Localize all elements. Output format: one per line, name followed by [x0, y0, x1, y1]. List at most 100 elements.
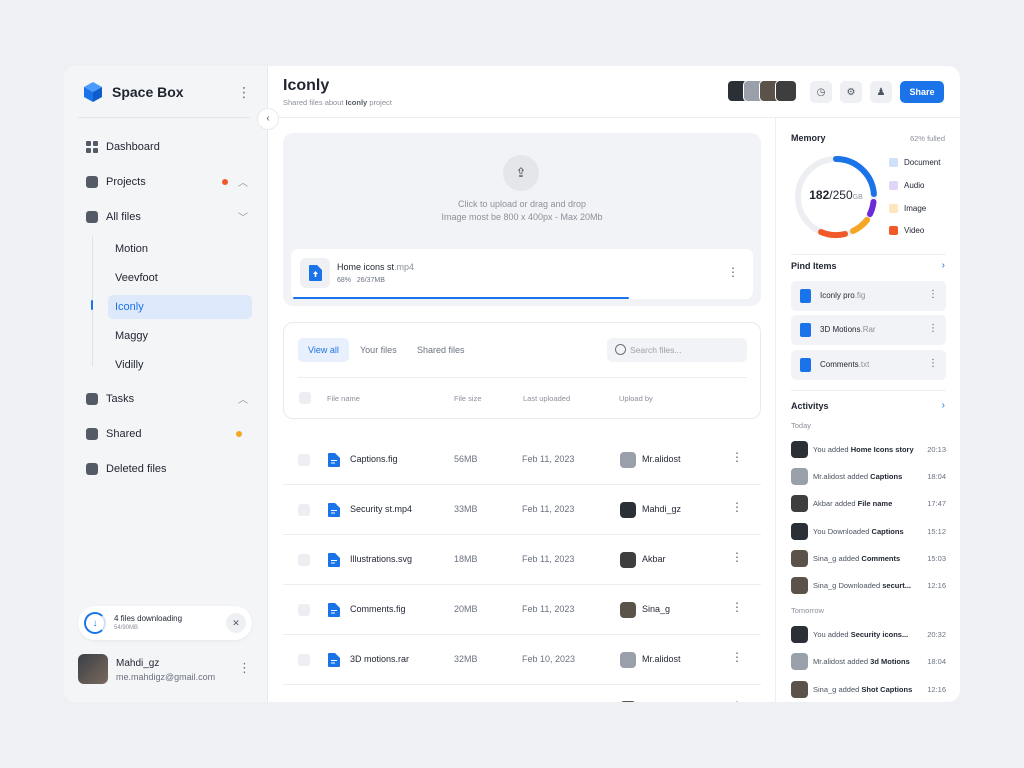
activity-item[interactable]: Mr.alidost added 3d Motions 18:04: [791, 652, 946, 672]
avatar: [791, 495, 808, 512]
row-checkbox[interactable]: [298, 454, 310, 466]
memory-title: Memory: [791, 133, 826, 143]
collaborator-avatars[interactable]: [727, 80, 797, 102]
search-box[interactable]: [607, 338, 747, 362]
activity-item[interactable]: Sina_g Downloaded securt... 12:16: [791, 576, 946, 596]
more-icon[interactable]: ⋮: [727, 265, 739, 279]
user-menu-icon[interactable]: ⋮: [238, 660, 251, 676]
last-uploaded: Feb 10, 2023: [522, 654, 576, 664]
table-row[interactable]: Captions.fig 56MB Feb 11, 2023 Mr.alidost ⋮: [283, 435, 761, 485]
file-name[interactable]: Security st.mp4: [350, 504, 412, 514]
bell-icon[interactable]: ♟: [870, 81, 892, 103]
subitem-iconly[interactable]: Iconly: [108, 295, 252, 319]
collapse-sidebar-button[interactable]: ‹: [257, 108, 279, 130]
file-name[interactable]: Comments.fig: [350, 604, 406, 614]
download-title: 4 files downloading: [114, 614, 183, 623]
cube-logo-icon: [84, 82, 102, 102]
files-toolbar: View all Your files Shared files File na…: [283, 322, 761, 419]
avatar: [620, 452, 636, 468]
brand-menu-icon[interactable]: ⋮: [234, 82, 254, 102]
activity-text: You Downloaded Captions: [813, 527, 904, 536]
more-icon[interactable]: ⋮: [731, 699, 743, 702]
more-icon[interactable]: ⋮: [731, 550, 743, 564]
more-icon[interactable]: ⋮: [731, 600, 743, 614]
activity-item[interactable]: Sina_g added Comments 15:03: [791, 549, 946, 569]
search-input[interactable]: [630, 343, 740, 357]
table-row[interactable]: Security st.mp4 33MB Feb 11, 2023 Mahdi_gz ⋮: [283, 485, 761, 535]
subitem-vidilly[interactable]: Vidilly: [108, 353, 252, 377]
avatar: [620, 701, 636, 702]
tab-view-all[interactable]: View all: [298, 338, 349, 362]
column-header-file-size[interactable]: File size: [454, 394, 482, 403]
file-name[interactable]: Captions.fig: [350, 454, 398, 464]
divider: [298, 377, 747, 378]
activity-item[interactable]: Sina_g added Shot Captions 12:16: [791, 680, 946, 700]
file-name[interactable]: Illustrations.svg: [350, 554, 412, 564]
more-icon[interactable]: ⋮: [928, 358, 938, 369]
row-checkbox[interactable]: [298, 504, 310, 516]
gear-icon[interactable]: ⚙: [840, 81, 862, 103]
legend-audio: Audio: [889, 181, 924, 190]
divider: [791, 254, 946, 255]
sidebar: Space Box ⋮ Dashboard Projects ︿ All fil…: [64, 66, 268, 702]
user-profile[interactable]: Mahdi_gz me.mahdigz@gmail.com ⋮: [78, 654, 258, 686]
row-checkbox[interactable]: [298, 554, 310, 566]
chevron-right-icon[interactable]: ›: [942, 400, 945, 411]
close-icon[interactable]: ✕: [226, 613, 246, 633]
pinned-item[interactable]: 3D Motions.Rar ⋮: [791, 315, 946, 345]
activity-item[interactable]: Mr.alidost added Captions 18:04: [791, 467, 946, 487]
subitem-maggy[interactable]: Maggy: [108, 324, 252, 348]
activity-item[interactable]: You added Home Icons story 20:13: [791, 440, 946, 460]
dashboard-icon: [86, 141, 98, 153]
more-icon[interactable]: ⋮: [731, 450, 743, 464]
file-size: 32MB: [454, 654, 478, 664]
column-header-file-name[interactable]: File name: [327, 394, 360, 403]
row-checkbox[interactable]: [298, 654, 310, 666]
activity-item[interactable]: You added Security icons... 20:32: [791, 625, 946, 645]
more-icon[interactable]: ⋮: [731, 650, 743, 664]
download-progress: 54/90MB: [114, 625, 139, 631]
row-checkbox[interactable]: [298, 604, 310, 616]
pinned-item[interactable]: Comments.txt ⋮: [791, 350, 946, 380]
sidebar-item-deleted-files[interactable]: Deleted files: [86, 458, 246, 480]
chevron-right-icon[interactable]: ›: [942, 260, 945, 271]
subitem-veevfoot[interactable]: Veevfoot: [108, 266, 252, 290]
avatar: [791, 550, 808, 567]
download-status[interactable]: ↓ 4 files downloading 54/90MB ✕: [78, 606, 252, 640]
tab-your-files[interactable]: Your files: [350, 338, 407, 362]
subitem-motion[interactable]: Motion: [108, 237, 252, 261]
clock-icon[interactable]: ◷: [810, 81, 832, 103]
chevron-up-icon[interactable]: ︿: [238, 391, 248, 406]
table-row[interactable]: 3D motions.rar 32MB Feb 10, 2023 Mr.alidost…: [283, 635, 761, 685]
legend-video: Video: [889, 226, 924, 235]
table-row[interactable]: Illustrations.svg 18MB Feb 11, 2023 Akbar ⋮: [283, 535, 761, 585]
sidebar-item-tasks[interactable]: Tasks ︿: [86, 388, 248, 410]
column-header-upload-by[interactable]: Upload by: [619, 394, 653, 403]
file-icon: [328, 553, 340, 567]
brand[interactable]: Space Box: [82, 80, 184, 104]
share-button[interactable]: Share: [900, 81, 944, 103]
legend-image: Image: [889, 204, 926, 213]
tab-shared-files[interactable]: Shared files: [407, 338, 475, 362]
last-uploaded: Feb 11, 2023: [522, 554, 575, 564]
activity-item[interactable]: You Downloaded Captions 15:12: [791, 522, 946, 542]
avatar: [775, 80, 797, 102]
table-row[interactable]: Comments.fig 20MB Feb 11, 2023 Sina_g ⋮: [283, 585, 761, 635]
sidebar-item-all-files[interactable]: All files ﹀: [86, 206, 248, 228]
pinned-item[interactable]: Iconly pro.fig ⋮: [791, 281, 946, 311]
upload-dropzone[interactable]: ⇪ Click to upload or drag and drop Image…: [283, 133, 761, 306]
sidebar-item-shared[interactable]: Shared: [86, 423, 246, 445]
legend-document: Document: [889, 158, 940, 167]
column-header-last-uploaded[interactable]: Last uploaded: [523, 394, 570, 403]
activity-item[interactable]: Akbar added File name 17:47: [791, 494, 946, 514]
chevron-up-icon[interactable]: ︿: [238, 174, 248, 189]
file-name[interactable]: 3D motions.rar: [350, 654, 409, 664]
more-icon[interactable]: ⋮: [928, 323, 938, 334]
table-row[interactable]: Motions Audios.mp346MBFeb 10, 2023Sina_g…: [283, 684, 761, 702]
more-icon[interactable]: ⋮: [731, 500, 743, 514]
chevron-down-icon[interactable]: ﹀: [238, 209, 248, 224]
sidebar-item-projects[interactable]: Projects ︿: [86, 171, 248, 193]
sidebar-item-dashboard[interactable]: Dashboard: [86, 136, 246, 158]
more-icon[interactable]: ⋮: [928, 289, 938, 300]
select-all-checkbox[interactable]: [299, 392, 311, 404]
